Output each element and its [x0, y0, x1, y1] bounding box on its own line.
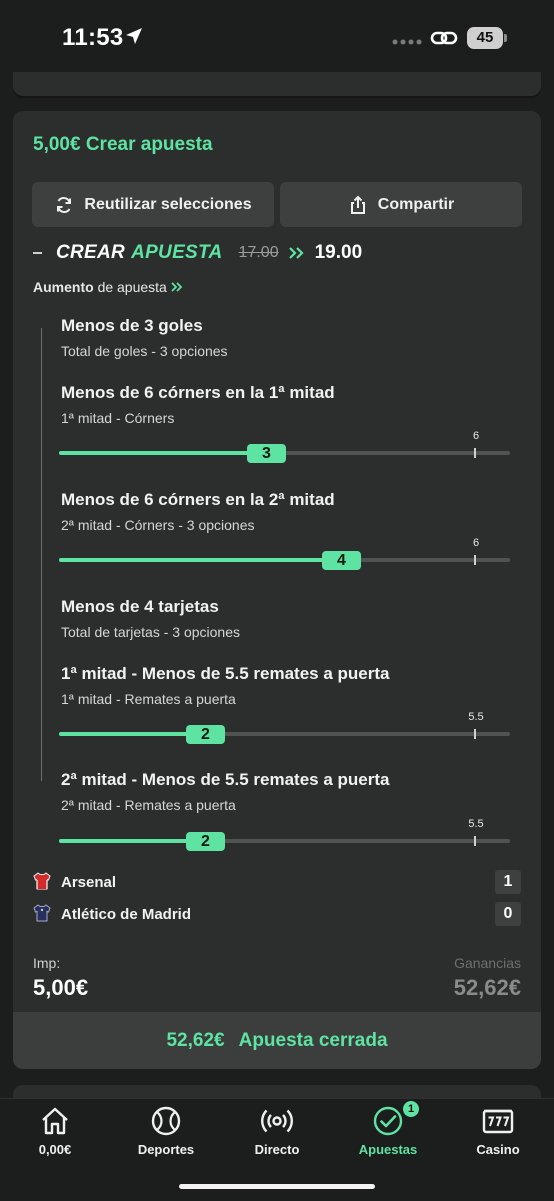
- double-chevron-right-icon: [288, 247, 304, 259]
- boost-bold: Aumento: [33, 279, 94, 295]
- slider-handle[interactable]: 2: [186, 832, 225, 851]
- bet-stake-amount: 5,00€: [33, 134, 81, 155]
- status-time: 11:53: [62, 24, 124, 51]
- home-indicator[interactable]: [179, 1184, 375, 1189]
- arsenal-shirt-icon: [33, 872, 51, 890]
- link-icon: [430, 31, 458, 45]
- legs-connector-line: [41, 328, 42, 781]
- leg-title: Menos de 6 córners en la 1ª mitad: [61, 383, 335, 402]
- team-name: Atlético de Madrid: [61, 906, 192, 923]
- previous-bet-card: [13, 72, 541, 96]
- tab-sports[interactable]: Deportes: [116, 1104, 216, 1157]
- team-score: 0: [495, 902, 521, 926]
- bets-count-badge: 1: [403, 1101, 419, 1117]
- slider-fill: [59, 558, 341, 562]
- slider-fill: [59, 451, 266, 455]
- team-score: 1: [495, 870, 521, 894]
- tab-home[interactable]: 0,00€: [5, 1104, 105, 1157]
- betbuilder-word-1: CREAR: [56, 242, 126, 263]
- bet-type-title: Crear apuesta: [85, 134, 213, 155]
- bet-card-title: 5,00€ Crear apuesta: [33, 134, 213, 156]
- reuse-selections-label: Reutilizar selecciones: [84, 195, 252, 213]
- slider-max-tick: [474, 555, 476, 565]
- slot-icon: [482, 1109, 514, 1134]
- tab-label: Apuestas: [358, 1142, 418, 1157]
- leg-subtitle: 1ª mitad - Remates a puerta: [61, 691, 236, 707]
- tab-casino[interactable]: Casino: [448, 1104, 548, 1157]
- battery-icon: 45: [467, 27, 503, 49]
- collapse-icon[interactable]: [33, 252, 42, 254]
- tab-label: Deportes: [137, 1142, 195, 1157]
- slider-handle[interactable]: 3: [247, 444, 286, 463]
- slider-max-label: 6: [472, 537, 480, 549]
- closed-amount: 52,62€: [166, 1029, 225, 1051]
- leg-subtitle: 2ª mitad - Remates a puerta: [61, 797, 236, 813]
- slider-max-tick: [474, 729, 476, 739]
- share-label: Compartir: [377, 195, 455, 213]
- old-odds: 17.00: [238, 244, 279, 261]
- stake-label: Imp:: [33, 955, 61, 971]
- tab-label: Directo: [254, 1142, 300, 1157]
- tab-label: 0,00€: [38, 1142, 72, 1157]
- closed-label: Apuesta cerrada: [238, 1029, 388, 1051]
- share-button[interactable]: Compartir: [280, 182, 522, 227]
- refresh-icon: [57, 196, 72, 213]
- slider-fill: [59, 839, 205, 843]
- leg-title: Menos de 6 córners en la 2ª mitad: [61, 490, 335, 509]
- leg-subtitle: 1ª mitad - Córners: [61, 410, 175, 426]
- boost-rest: de apuesta: [97, 279, 167, 295]
- betbuilder-header[interactable]: CREAR APUESTA 17.00 19.00: [33, 241, 362, 265]
- leg-title: 1ª mitad - Menos de 5.5 remates a puerta: [61, 664, 390, 683]
- winnings-label: Ganancias: [454, 955, 521, 971]
- home-icon: [42, 1107, 68, 1135]
- slider-max-tick: [474, 836, 476, 846]
- winnings-value: 52,62€: [453, 975, 521, 1000]
- bets-check-icon: [373, 1106, 403, 1136]
- leg-subtitle: 2ª mitad - Córners - 3 opciones: [61, 517, 255, 533]
- team-name: Arsenal: [61, 874, 117, 891]
- tab-bets[interactable]: Apuestas: [338, 1104, 438, 1157]
- odds-boost-label: Aumento de apuesta: [33, 279, 183, 295]
- slider-max-label: 5.5: [468, 711, 484, 723]
- slider-handle[interactable]: 4: [322, 551, 361, 570]
- leg-title: Menos de 3 goles: [61, 316, 203, 335]
- leg-title: 2ª mitad - Menos de 5.5 remates a puerta: [61, 770, 390, 789]
- betbuilder-word-2: APUESTA: [131, 242, 223, 263]
- location-arrow-icon: [126, 28, 142, 44]
- battery-tip: [504, 34, 507, 42]
- tab-live[interactable]: Directo: [227, 1104, 327, 1157]
- stake-value: 5,00€: [33, 975, 89, 1000]
- boost-chevrons-icon: [171, 282, 183, 292]
- bet-closed-bar[interactable]: 52,62€ Apuesta cerrada: [13, 1012, 541, 1069]
- atletico-shirt-icon: [33, 904, 51, 922]
- slider-max-tick: [474, 448, 476, 458]
- slider-fill: [59, 732, 205, 736]
- reuse-selections-button[interactable]: Reutilizar selecciones: [32, 182, 274, 227]
- signal-dots-icon: [392, 39, 422, 45]
- slider-handle[interactable]: 2: [186, 725, 225, 744]
- live-icon: [261, 1109, 293, 1133]
- share-icon: [350, 195, 365, 214]
- slider-max-label: 6: [472, 430, 480, 442]
- leg-title: Menos de 4 tarjetas: [61, 597, 219, 616]
- new-odds: 19.00: [314, 242, 363, 263]
- leg-subtitle: Total de tarjetas - 3 opciones: [61, 624, 240, 640]
- tab-label: Casino: [476, 1142, 520, 1157]
- ball-icon: [151, 1106, 181, 1136]
- leg-subtitle: Total de goles - 3 opciones: [61, 343, 228, 359]
- slider-max-label: 5.5: [468, 818, 484, 830]
